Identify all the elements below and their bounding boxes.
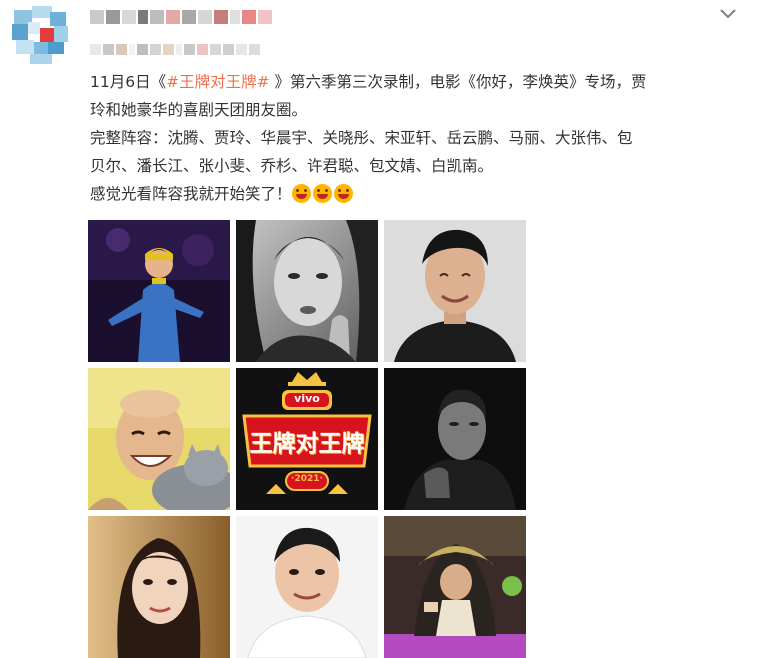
- logo-brand-text: vivo: [294, 392, 320, 405]
- photo-bald-man-with-cat[interactable]: [88, 368, 230, 510]
- author-name-blurred[interactable]: [90, 10, 272, 24]
- logo-year: ·2021·: [291, 474, 323, 484]
- photo-bw-woman-portrait[interactable]: [236, 220, 378, 362]
- post-line-1: 11月6日《#王牌对王牌# 》第六季第三次录制，电影《你好，李焕英》专场，贾: [90, 68, 740, 96]
- laughing-emoji-icon: [333, 184, 353, 203]
- laughing-emoji-icon: [291, 184, 311, 203]
- photo-young-woman-portrait[interactable]: [88, 516, 230, 658]
- post-text: 11月6日《#王牌对王牌# 》第六季第三次录制，电影《你好，李焕英》专场，贾 玲…: [90, 68, 740, 208]
- post-line-1-prefix: 11月6日《: [90, 73, 167, 91]
- more-options-button[interactable]: [716, 4, 740, 22]
- laughing-emoji-icon: [312, 184, 332, 203]
- photo-costumed-performer[interactable]: [384, 516, 526, 658]
- avatar[interactable]: [10, 6, 72, 66]
- photo-smiling-man[interactable]: [384, 220, 526, 362]
- logo-show-title: 王牌对王牌: [249, 431, 365, 457]
- show-logo-image[interactable]: vivo 王牌对王牌 ·2021·: [236, 368, 378, 510]
- photo-man-white-background[interactable]: [236, 516, 378, 658]
- avatar-pixelated-image: [10, 6, 72, 66]
- post-line-5-text: 感觉光看阵容我就开始笑了！: [90, 185, 292, 203]
- hashtag-link[interactable]: #王牌对王牌#: [166, 73, 269, 91]
- post-line-4: 贝尔、潘长江、张小斐、乔杉、许君聪、包文婧、白凯南。: [90, 157, 494, 175]
- post-meta-blurred: [90, 44, 260, 55]
- image-grid: vivo 王牌对王牌 ·2021·: [88, 220, 526, 658]
- post-line-5: 感觉光看阵容我就开始笑了！: [90, 180, 740, 208]
- chevron-down-icon: [720, 9, 736, 19]
- post-line-1-suffix: 》第六季第三次录制，电影《你好，李焕英》专场，贾: [269, 73, 647, 91]
- photo-bw-man-portrait[interactable]: [384, 368, 526, 510]
- post-line-2: 玲和她豪华的喜剧天团朋友圈。: [90, 101, 308, 119]
- post-line-3: 完整阵容：沈腾、贾玲、华晨宇、关晓彤、宋亚轩、岳云鹏、马丽、大张伟、包: [90, 129, 633, 147]
- photo-stage-performer[interactable]: [88, 220, 230, 362]
